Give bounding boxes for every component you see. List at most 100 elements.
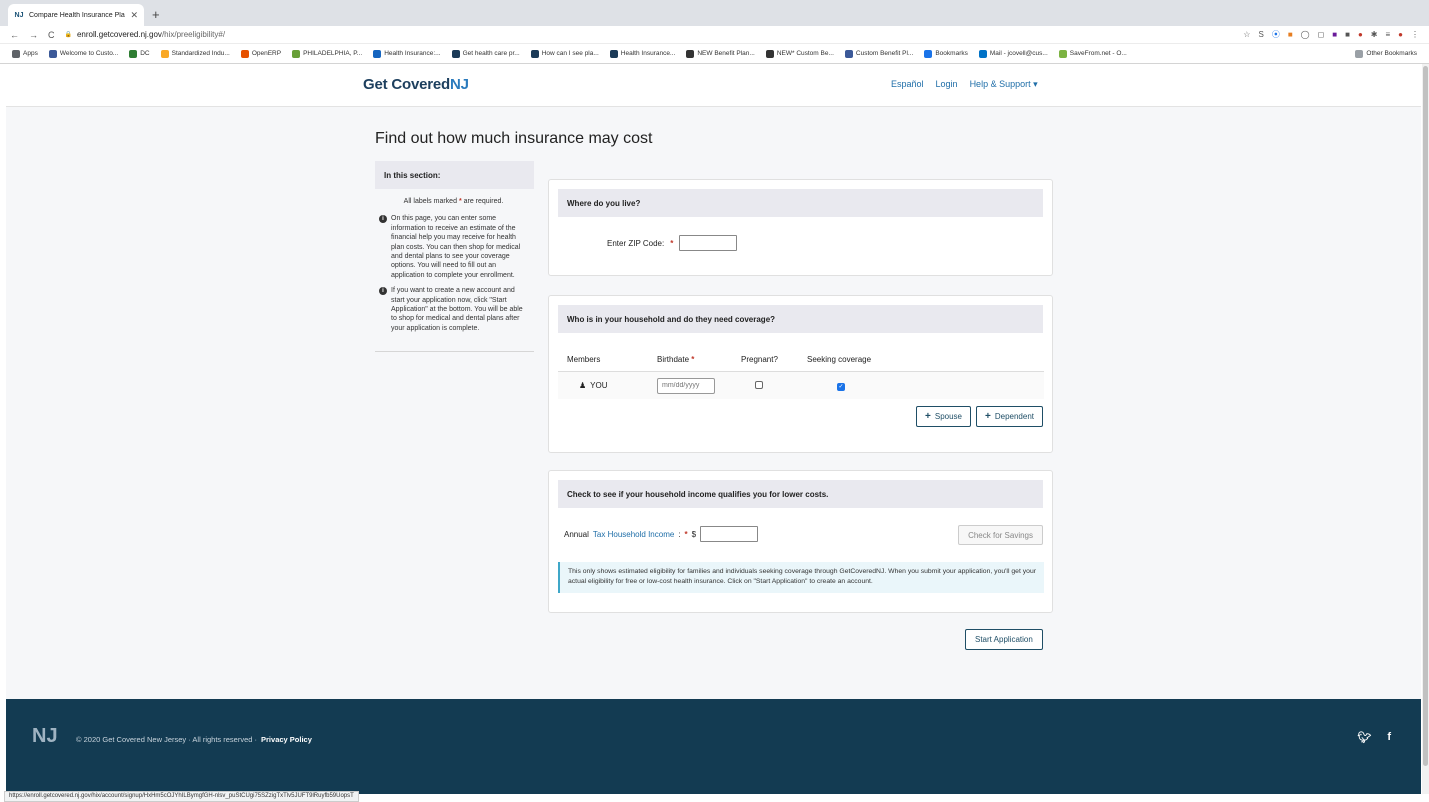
bookmark-item[interactable]: How can I see pla... [530,49,599,58]
col-pregnant: Pregnant? [741,355,778,364]
other-bookmarks-folder[interactable]: Other Bookmarks [1355,49,1417,58]
star-bookmark-icon[interactable]: ☆ [1243,30,1250,39]
nav-espanol[interactable]: Español [891,79,924,90]
close-tab-icon[interactable]: ✕ [130,10,138,21]
plus-icon: + [925,411,931,422]
required-note: All labels marked * are required. [403,198,504,205]
user-icon: ♟ [579,381,587,390]
bookmark-item[interactable]: Mail - jcovell@cus... [978,49,1048,58]
bookmark-item[interactable]: Health Insurance... [609,49,676,58]
tab-favicon-icon: NJ [14,11,24,19]
getcovered-logo[interactable]: Get CoveredNJ [363,76,469,93]
social-links: 🐦︎ f [1357,731,1391,744]
bookmark-favicon-icon [924,49,933,58]
bookmark-label: Get health care pr... [462,50,520,57]
header-nav: Español Login Help & Support ▾ [891,79,1038,90]
bookmark-label: PHILADELPHIA, P... [303,50,363,57]
bookmark-item[interactable]: Standardized Indu... [160,49,230,58]
bookmark-label: Mail - jcovell@cus... [989,50,1048,57]
bookmark-label: Health Insurance:... [384,50,441,57]
bookmark-label: Standardized Indu... [171,50,230,57]
forward-icon[interactable]: → [29,30,38,40]
member-cell: ♟ YOU [579,381,608,390]
bookmark-item[interactable]: Bookmarks [924,49,968,58]
tax-household-income-link[interactable]: Tax Household Income [593,530,674,539]
bookmark-label: Bookmarks [935,50,968,57]
extension-icon[interactable]: ● [1358,30,1363,39]
location-card: Where do you live? Enter ZIP Code: * [548,179,1053,276]
bookmark-label: Custom Benefit Pl... [855,50,914,57]
members-table: Members Birthdate * Pregnant? Seeking co… [558,348,1044,399]
twitter-icon[interactable]: 🐦︎ [1357,731,1371,744]
sidebar-heading: In this section: [375,161,534,189]
bookmark-item[interactable]: PHILADELPHIA, P... [292,49,363,58]
nav-login[interactable]: Login [936,79,958,90]
extensions-puzzle-icon[interactable]: ✱ [1371,30,1378,39]
back-icon[interactable]: ← [10,30,19,40]
start-application-button[interactable]: Start Application [965,629,1043,650]
logo-mark: NJ [450,76,469,93]
profile-avatar-icon[interactable]: ● [1398,30,1403,39]
bookmark-item[interactable]: Apps [12,49,38,58]
bookmark-favicon-icon [1058,49,1067,58]
check-for-savings-button[interactable]: Check for Savings [958,525,1043,545]
income-row: Annual Tax Household Income: * $ [564,526,759,542]
extension-icon[interactable]: ■ [1288,30,1293,39]
bookmark-item[interactable]: Custom Benefit Pl... [844,49,914,58]
extension-icon[interactable]: ◻ [1318,30,1325,39]
bookmark-item[interactable]: DC [129,49,150,58]
bookmark-label: NEW Benefit Plan... [697,50,755,57]
bookmark-item[interactable]: SaveFrom.net - O... [1058,49,1127,58]
browser-tab[interactable]: NJ Compare Health Insurance Pla ✕ [8,4,144,26]
extension-icon[interactable]: ⦿ [1272,29,1280,40]
nav-help-support[interactable]: Help & Support ▾ [970,79,1038,90]
bookmark-item[interactable]: Health Insurance:... [373,49,441,58]
facebook-icon[interactable]: f [1387,731,1391,744]
extension-icon[interactable]: ◯ [1301,30,1310,39]
bookmark-label: Health Insurance... [620,50,676,57]
seeking-coverage-checkbox[interactable]: ✓ [837,382,845,391]
household-card: Who is in your household and do they nee… [548,295,1053,453]
bookmark-favicon-icon [530,49,539,58]
bookmark-favicon-icon [373,49,382,58]
bookmark-item[interactable]: NEW* Custom Be... [765,49,834,58]
privacy-policy-link[interactable]: Privacy Policy [261,735,312,744]
location-heading: Where do you live? [558,189,1043,217]
bookmark-item[interactable]: Welcome to Custo... [48,49,119,58]
site-header: Get CoveredNJ Español Login Help & Suppo… [6,64,1421,107]
bookmark-label: DC [140,50,150,57]
bookmark-label: SaveFrom.net - O... [1069,50,1127,57]
menu-kebab-icon[interactable]: ⋮ [1411,30,1419,39]
bookmark-favicon-icon [765,49,774,58]
info-icon: i [379,287,387,296]
add-spouse-button[interactable]: + Spouse [916,406,971,427]
bookmark-favicon-icon [686,49,695,58]
extension-icon[interactable]: S [1258,30,1263,39]
page-scrollbar[interactable] [1422,64,1429,794]
bookmark-favicon-icon [292,49,301,58]
income-input[interactable] [700,526,759,542]
col-members: Members [567,355,601,364]
birthdate-input[interactable] [657,377,715,394]
table-row: ♟YOU ✓ [558,372,1044,399]
scrollbar-thumb[interactable] [1423,66,1428,766]
extension-icon[interactable]: ■ [1332,30,1337,39]
new-tab-icon[interactable]: + [152,7,160,22]
bookmark-favicon-icon [48,49,57,58]
bookmark-item[interactable]: Get health care pr... [451,49,520,58]
reload-icon[interactable]: C [48,30,55,40]
bookmark-label: Welcome to Custo... [59,50,119,57]
add-dependent-button[interactable]: + Dependent [976,406,1043,427]
add-member-buttons: + Spouse + Dependent [916,406,1043,427]
extension-icon[interactable]: ■ [1345,30,1350,39]
reading-list-icon[interactable]: ≡ [1385,30,1390,39]
zip-code-input[interactable] [679,235,738,251]
pregnant-checkbox[interactable] [755,380,763,389]
bookmark-item[interactable]: NEW Benefit Plan... [686,49,755,58]
section-sidebar: In this section: All labels marked * are… [375,161,534,353]
url-field[interactable]: 🔒 enroll.getcovered.nj.gov/hix/preeligib… [65,30,1234,39]
bookmark-item[interactable]: OpenERP [240,49,281,58]
url-domain: enroll.getcovered.nj.gov [76,30,162,39]
bookmark-label: NEW* Custom Be... [776,50,834,57]
bookmark-favicon-icon [844,49,853,58]
